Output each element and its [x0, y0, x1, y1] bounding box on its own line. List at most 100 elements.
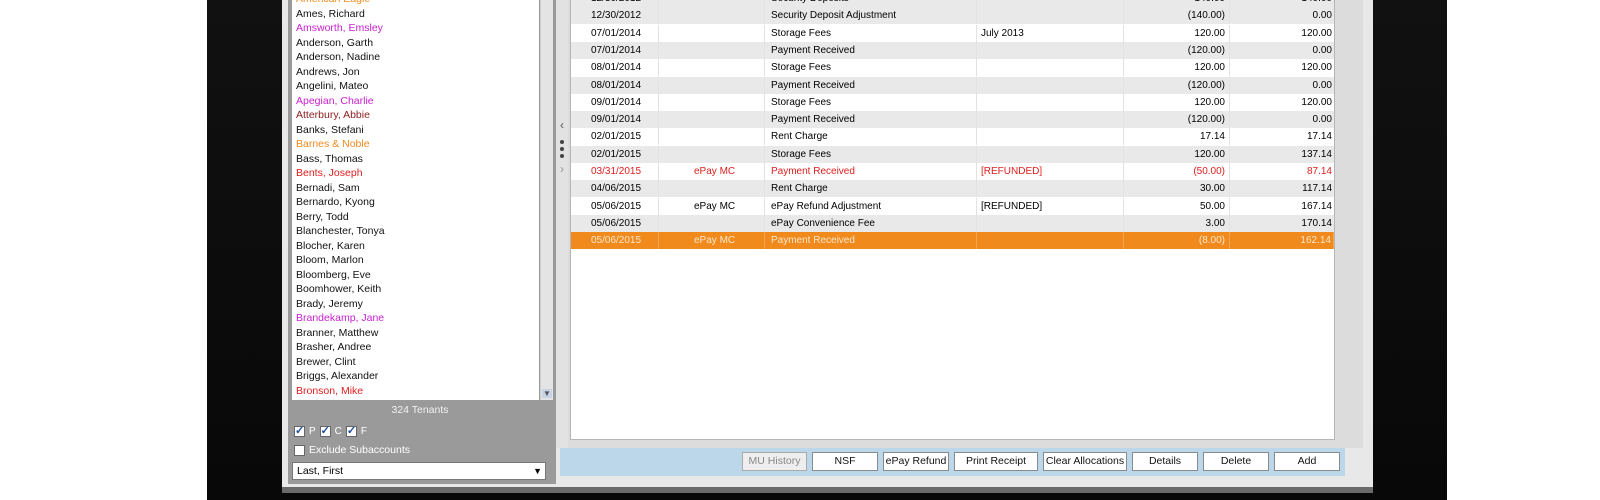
tenant-panel: American EagleAmes, RichardAmsworth, Ems… — [288, 0, 556, 484]
tenant-list-item[interactable]: Anderson, Garth — [292, 36, 539, 51]
ledger-row-selected[interactable]: 05/06/2015 ePay MC Payment Received (8.00) 1… — [571, 232, 1334, 250]
method-cell — [659, 41, 765, 59]
ledger-row[interactable]: 07/01/2014 Payment Received (120.00) 0.00 — [571, 41, 1334, 59]
filter-p-checkbox[interactable] — [294, 424, 305, 437]
date-cell: 05/06/2015 — [571, 197, 659, 215]
date-cell: 02/01/2015 — [571, 145, 659, 163]
exclude-subaccounts: Exclude Subaccounts — [294, 444, 410, 456]
tenant-list-item[interactable]: Brady, Jeremy — [292, 297, 539, 312]
ledger-row[interactable]: 08/01/2014 Payment Received (120.00) 0.00 — [571, 76, 1334, 94]
tenant-list-item[interactable]: Brandekamp, Jane — [292, 311, 539, 326]
ledger-row[interactable]: 09/01/2014 Storage Fees 120.00 120.00 — [571, 93, 1334, 111]
ledger-row[interactable]: 08/01/2014 Storage Fees 120.00 120.00 — [571, 59, 1334, 77]
nsf-button[interactable]: NSF — [812, 452, 878, 471]
tenant-list-item[interactable]: Brasher, Andree — [292, 340, 539, 355]
tenant-count: 324 Tenants — [391, 404, 449, 416]
clear-allocations-button[interactable]: Clear Allocations — [1043, 452, 1127, 471]
description-cell: ePay Refund Adjustment — [765, 197, 977, 215]
tenant-list-item[interactable]: Bass, Thomas — [292, 152, 539, 167]
tenant-list-scrollbar[interactable]: ▼ — [540, 0, 553, 400]
ledger-row[interactable]: 02/01/2015 Rent Charge 17.14 17.14 — [571, 128, 1334, 146]
ledger-row[interactable]: 05/06/2015 ePay MC ePay Refund Adjustment[… — [571, 197, 1334, 215]
sort-order-select[interactable]: Last, First ▼ — [292, 462, 546, 480]
ledger-panel: 12/30/2012Security Deposits140.00140.001… — [568, 0, 1363, 448]
tenant-list-item[interactable]: Banks, Stefani — [292, 123, 539, 138]
tenant-list-item[interactable]: Andrews, Jon — [292, 65, 539, 80]
balance-cell: 87.14 — [1306, 166, 1332, 177]
add-button[interactable]: Add — [1274, 452, 1340, 471]
tenant-list-item[interactable]: Bloom, Marlon — [292, 253, 539, 268]
tenant-list-item[interactable]: Anderson, Nadine — [292, 50, 539, 65]
description-cell: Storage Fees — [765, 93, 977, 111]
tenant-list-item[interactable]: Apegian, Charlie — [292, 94, 539, 109]
tenant-list-item[interactable]: Barnes & Noble — [292, 137, 539, 152]
note-cell — [977, 7, 1124, 25]
expand-right-icon[interactable]: › — [556, 162, 568, 176]
tenant-list-item[interactable]: Blocher, Karen — [292, 239, 539, 254]
filter-c-checkbox[interactable] — [319, 424, 331, 437]
note-cell — [977, 0, 1124, 7]
tenant-list-item[interactable]: Bents, Joseph — [292, 166, 539, 181]
filter-p-label: P — [309, 425, 316, 437]
exclude-subaccounts-label: Exclude Subaccounts — [309, 444, 410, 456]
scroll-down-icon[interactable]: ▼ — [542, 389, 552, 398]
ledger-row[interactable]: 02/01/2015 Storage Fees 120.00 137.14 — [571, 145, 1334, 163]
description-cell: Payment Received — [765, 111, 977, 129]
description-cell: Rent Charge — [765, 128, 977, 146]
mu-history-button[interactable]: MU History — [742, 452, 807, 471]
filter-f-checkbox[interactable] — [345, 424, 357, 437]
ledger-row[interactable]: 09/01/2014 Payment Received (120.00) 0.00 — [571, 111, 1334, 129]
print-receipt-button[interactable]: Print Receipt — [954, 452, 1038, 471]
method-cell — [659, 76, 765, 94]
date-cell: 07/01/2014 — [571, 41, 659, 59]
tenant-list-item[interactable]: Brewer, Clint — [292, 355, 539, 370]
tenant-list-item[interactable]: Branner, Matthew — [292, 326, 539, 341]
ledger-row[interactable]: 04/06/2015 Rent Charge 30.00 117.14 — [571, 180, 1334, 198]
description-cell: Payment Received — [765, 76, 977, 94]
ledger-grid[interactable]: 12/30/2012Security Deposits140.00140.001… — [570, 0, 1335, 440]
balance-cell: 0.00 — [1312, 10, 1332, 22]
note-cell — [977, 111, 1124, 129]
splitter-grip-icon[interactable] — [560, 140, 564, 161]
ledger-row[interactable]: 12/30/2012 Security Deposit Adjustment (14… — [571, 7, 1334, 25]
balance-cell: 167.14 — [1301, 200, 1332, 212]
tenant-list-item[interactable]: Bernardo, Kyong — [292, 195, 539, 210]
tenant-list-item[interactable]: Ames, Richard — [292, 7, 539, 22]
amount-cell: 3.00 — [1124, 214, 1230, 232]
date-cell: 09/01/2014 — [571, 93, 659, 111]
delete-button[interactable]: Delete — [1203, 452, 1269, 471]
date-cell: 05/06/2015 — [571, 214, 659, 232]
tenant-list-item[interactable]: Atterbury, Abbie — [292, 108, 539, 123]
description-cell: Security Deposits — [765, 0, 977, 7]
tenant-list-item[interactable]: Bernadi, Sam — [292, 181, 539, 196]
tenant-list-item[interactable]: Angelini, Mateo — [292, 79, 539, 94]
tenant-list-item[interactable]: Bloomberg, Eve — [292, 268, 539, 283]
tenant-list-item[interactable]: Amsworth, Emsley — [292, 21, 539, 36]
amount-cell: (120.00) — [1124, 41, 1230, 59]
description-cell: Security Deposit Adjustment — [765, 7, 977, 25]
ledger-row[interactable]: 12/30/2012 Security Deposits 140.00140.00 — [571, 0, 1334, 7]
exclude-subaccounts-checkbox[interactable] — [294, 444, 305, 456]
ledger-row[interactable]: 05/06/2015 ePay Convenience Fee 3.00 170.14 — [571, 214, 1334, 232]
ledger-row[interactable]: 03/31/2015 ePay MC Payment Received [REFUND… — [571, 163, 1334, 180]
description-cell: Storage Fees — [765, 59, 977, 77]
ledger-row[interactable]: 07/01/2014 Storage Fees July 2013 120.00 120… — [571, 24, 1334, 42]
tenant-list-item[interactable]: Briggs, Alexander — [292, 369, 539, 384]
tenant-list-item[interactable]: Bronson, Mike — [292, 384, 539, 399]
method-cell — [659, 59, 765, 77]
panel-splitter[interactable]: ‹ › — [556, 0, 568, 448]
date-cell: 08/01/2014 — [571, 59, 659, 77]
amount-cell: 120.00 — [1124, 93, 1230, 111]
tenant-list-item[interactable]: Berry, Todd — [292, 210, 539, 225]
balance-cell: 0.00 — [1312, 79, 1332, 91]
tenant-list-item[interactable]: Boomhower, Keith — [292, 282, 539, 297]
details-button[interactable]: Details — [1132, 452, 1198, 471]
ledger-scrollbar[interactable] — [1340, 0, 1358, 440]
method-cell — [659, 111, 765, 129]
method-cell: ePay MC — [659, 163, 765, 180]
epay-refund-button[interactable]: ePay Refund — [883, 452, 949, 471]
tenant-list-item[interactable]: Blanchester, Tonya — [292, 224, 539, 239]
tenant-list[interactable]: American EagleAmes, RichardAmsworth, Ems… — [292, 0, 539, 400]
amount-cell: (140.00) — [1124, 7, 1230, 25]
collapse-left-icon[interactable]: ‹ — [556, 118, 568, 132]
